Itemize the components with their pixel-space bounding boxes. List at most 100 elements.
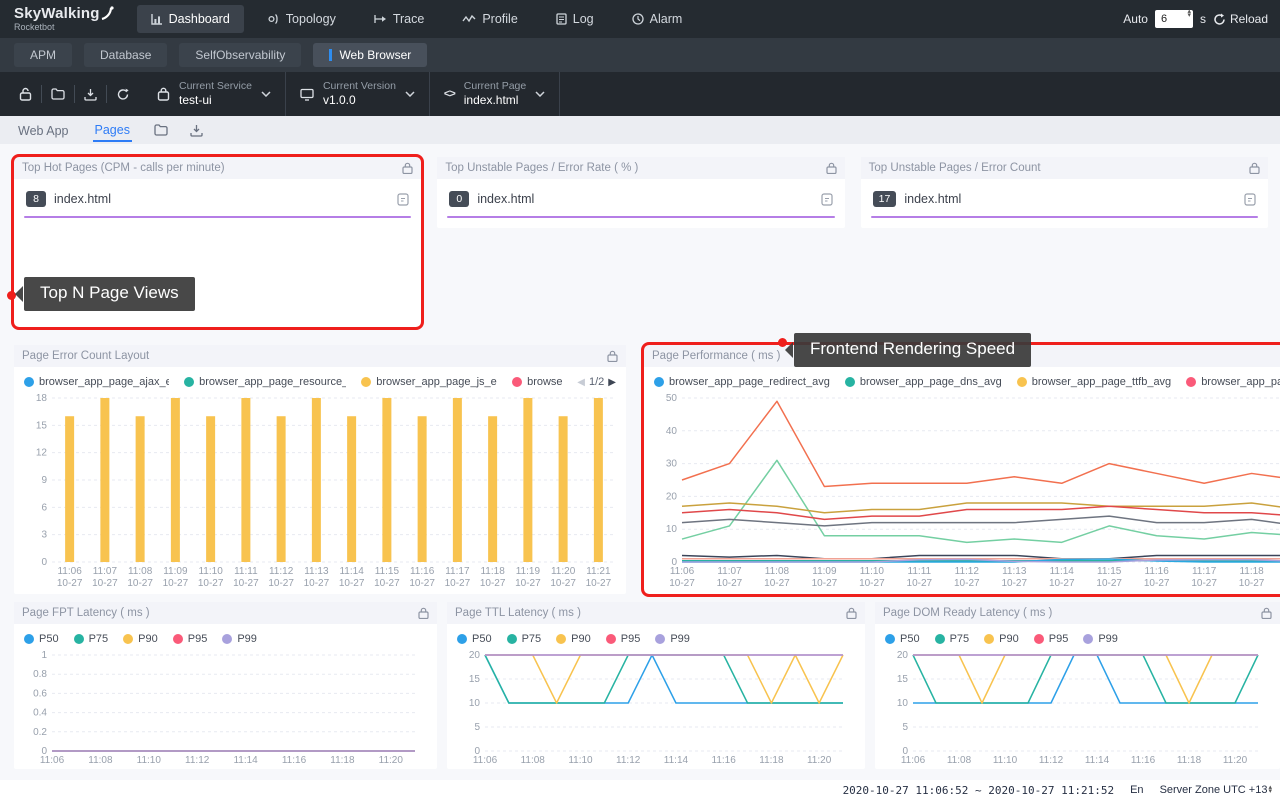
legend-P95[interactable]: P95 bbox=[606, 633, 641, 645]
download-icon[interactable] bbox=[190, 124, 203, 137]
legend-P95[interactable]: P95 bbox=[173, 633, 208, 645]
folder-import-button[interactable] bbox=[42, 88, 74, 100]
card-title: Top Hot Pages (CPM - calls per minute) bbox=[22, 162, 225, 174]
lock-icon[interactable] bbox=[402, 162, 413, 174]
server-zone-control[interactable]: Server Zone UTC + 13 ▴▾ bbox=[1160, 784, 1272, 796]
nav-item-profile[interactable]: Profile bbox=[448, 5, 531, 33]
copy-list-icon[interactable] bbox=[1244, 193, 1256, 206]
nav-item-alarm[interactable]: Alarm bbox=[618, 5, 697, 33]
current-service-selector[interactable]: Current Service test-ui bbox=[143, 72, 286, 116]
lock-edit-button[interactable] bbox=[10, 87, 41, 101]
copy-list-icon[interactable] bbox=[821, 193, 833, 206]
legend-dot bbox=[845, 377, 855, 387]
reload-button[interactable]: Reload bbox=[1213, 12, 1268, 26]
group-apm[interactable]: APM bbox=[14, 43, 72, 67]
current-version-selector[interactable]: Current Version v1.0.0 bbox=[286, 72, 430, 116]
zone-value: 13 bbox=[1255, 784, 1267, 796]
lock-icon[interactable] bbox=[846, 607, 857, 619]
auto-interval-input[interactable]: 6 ▴▾ bbox=[1155, 10, 1193, 28]
group-selfobservability[interactable]: SelfObservability bbox=[179, 43, 301, 67]
group-database[interactable]: Database bbox=[84, 43, 167, 67]
ttl-legend: P50 P75 P90 P95 P99 bbox=[455, 626, 857, 647]
legend-label: P99 bbox=[237, 633, 257, 645]
page-entry-row[interactable]: 17 index.html bbox=[871, 187, 1258, 207]
legend-P75[interactable]: P75 bbox=[74, 633, 109, 645]
legend-P99[interactable]: P99 bbox=[222, 633, 257, 645]
legend-P75[interactable]: P75 bbox=[507, 633, 542, 645]
dashboard-toolbar: Current Service test-ui Current Version … bbox=[0, 72, 1280, 116]
nav-label: Trace bbox=[393, 12, 425, 26]
svg-text:11:10: 11:10 bbox=[198, 566, 223, 577]
svg-text:11:11: 11:11 bbox=[908, 566, 932, 577]
group-web-browser[interactable]: Web Browser bbox=[313, 43, 427, 67]
language-selector[interactable]: En bbox=[1130, 784, 1143, 796]
nav-item-trace[interactable]: Trace bbox=[360, 5, 439, 33]
fpt-legend: P50 P75 P90 P95 P99 bbox=[22, 626, 429, 647]
legend-P95[interactable]: P95 bbox=[1034, 633, 1069, 645]
svg-text:11:14: 11:14 bbox=[664, 755, 689, 766]
card-title: Page Error Count Layout bbox=[22, 350, 149, 362]
card-title: Page TTL Latency ( ms ) bbox=[455, 607, 581, 619]
copy-list-icon[interactable] bbox=[397, 193, 409, 206]
svg-text:11:12: 11:12 bbox=[185, 755, 210, 766]
entry-underline bbox=[871, 216, 1258, 218]
legend-browser_app_page_resource_error_sum[interactable]: browser_app_page_resource_error_sum bbox=[184, 376, 346, 388]
page-entry-row[interactable]: 0 index.html bbox=[447, 187, 834, 207]
card-title: Page DOM Ready Latency ( ms ) bbox=[883, 607, 1052, 619]
page-error-count-card: Page Error Count Layout browser_app_page… bbox=[14, 345, 626, 594]
card-title: Top Unstable Pages / Error Count bbox=[869, 162, 1041, 174]
legend-P50[interactable]: P50 bbox=[24, 633, 59, 645]
legend-P50[interactable]: P50 bbox=[885, 633, 920, 645]
current-page-selector[interactable]: <> Current Page index.html bbox=[430, 72, 560, 116]
legend-browser_app_page_tcp_avg[interactable]: browser_app_page_tcp_avg bbox=[1186, 376, 1280, 388]
legend-browser_a[interactable]: browser_a bbox=[512, 376, 562, 388]
svg-text:11:14: 11:14 bbox=[1085, 755, 1110, 766]
app-logo[interactable]: SkyWalking Rocketbot bbox=[0, 6, 132, 32]
legend-P50[interactable]: P50 bbox=[457, 633, 492, 645]
lock-icon[interactable] bbox=[826, 162, 837, 174]
svg-text:40: 40 bbox=[666, 426, 678, 437]
svg-text:11:09: 11:09 bbox=[812, 566, 837, 577]
nav-item-log[interactable]: Log bbox=[542, 5, 608, 33]
svg-text:11:15: 11:15 bbox=[1097, 566, 1122, 577]
fpt-plot: 00.20.40.60.8111:0611:0811:1011:1211:141… bbox=[22, 647, 429, 769]
lock-icon[interactable] bbox=[1261, 607, 1272, 619]
prev-page-arrow[interactable]: ◀ bbox=[577, 377, 585, 388]
lock-icon[interactable] bbox=[418, 607, 429, 619]
performance-plot: 0102030405011:0610-2711:0710-2711:0810-2… bbox=[652, 390, 1280, 594]
lock-icon[interactable] bbox=[1249, 162, 1260, 174]
time-range[interactable]: 2020-10-27 11:06:52 ~ 2020-10-27 11:21:5… bbox=[843, 784, 1115, 797]
legend-browser_app_page_ajax_error_sum[interactable]: browser_app_page_ajax_error_sum bbox=[24, 376, 169, 388]
next-page-arrow[interactable]: ▶ bbox=[608, 377, 616, 388]
legend-P99[interactable]: P99 bbox=[655, 633, 690, 645]
legend-P90[interactable]: P90 bbox=[556, 633, 591, 645]
legend-browser_app_page_ttfb_avg[interactable]: browser_app_page_ttfb_avg bbox=[1017, 376, 1171, 388]
page-performance-card: Page Performance ( ms ) browser_app_page… bbox=[644, 345, 1280, 594]
tab-web-app[interactable]: Web App bbox=[16, 119, 71, 141]
svg-text:11:06: 11:06 bbox=[57, 566, 82, 577]
legend-P90[interactable]: P90 bbox=[123, 633, 158, 645]
nav-item-topology[interactable]: Topology bbox=[254, 5, 350, 33]
stepper-arrows-icon[interactable]: ▴▾ bbox=[1268, 786, 1272, 794]
legend-browser_app_page_dns_avg[interactable]: browser_app_page_dns_avg bbox=[845, 376, 1002, 388]
tab-pages[interactable]: Pages bbox=[93, 118, 132, 142]
folder-icon[interactable] bbox=[154, 124, 168, 136]
svg-text:11:10: 11:10 bbox=[568, 755, 593, 766]
legend-P75[interactable]: P75 bbox=[935, 633, 970, 645]
sync-refresh-button[interactable] bbox=[107, 88, 139, 101]
card-header: Top Unstable Pages / Error Rate ( % ) bbox=[437, 157, 844, 179]
card-header: Page TTL Latency ( ms ) bbox=[447, 602, 865, 624]
legend-browser_app_page_redirect_avg[interactable]: browser_app_page_redirect_avg bbox=[654, 376, 830, 388]
legend-P90[interactable]: P90 bbox=[984, 633, 1019, 645]
svg-text:11:13: 11:13 bbox=[304, 566, 329, 577]
export-download-button[interactable] bbox=[75, 88, 106, 101]
legend-label: P90 bbox=[138, 633, 158, 645]
legend-P99[interactable]: P99 bbox=[1083, 633, 1118, 645]
nav-item-dashboard[interactable]: Dashboard bbox=[137, 5, 244, 33]
legend-browser_app_page_js_error_sum[interactable]: browser_app_page_js_error_sum bbox=[361, 376, 497, 388]
stepper-arrows-icon[interactable]: ▴▾ bbox=[1187, 10, 1191, 18]
chevron-down-icon bbox=[405, 91, 415, 97]
selector-label: Current Version bbox=[323, 80, 396, 93]
lock-icon[interactable] bbox=[607, 350, 618, 362]
page-entry-row[interactable]: 8 index.html bbox=[24, 187, 411, 207]
